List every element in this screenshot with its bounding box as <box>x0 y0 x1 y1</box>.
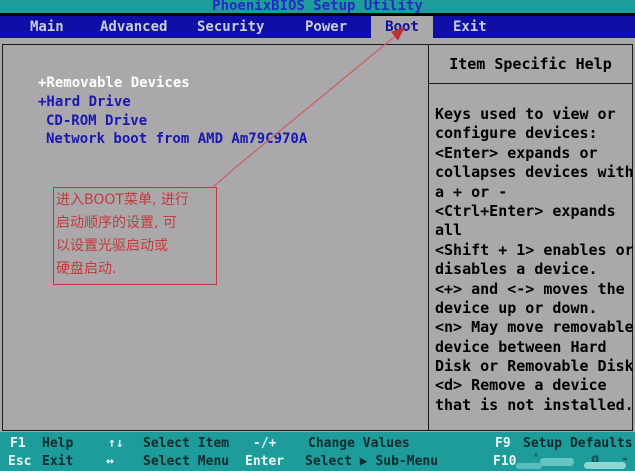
tab-exit[interactable]: Exit <box>453 16 487 38</box>
help-line: <d> Remove a device <box>435 376 631 395</box>
help-line: disables a device. <box>435 260 631 279</box>
help-panel-header: Item Specific Help <box>429 45 632 84</box>
key-enter: Enter <box>245 455 284 469</box>
menu-bar: Main Advanced Security Power Boot Exit <box>0 16 635 38</box>
annotation-line: 进入BOOT菜单, 进行 <box>56 189 214 212</box>
setup-defaults-label: Setup Defaults <box>523 437 633 451</box>
help-line: <Ctrl+Enter> expands <box>435 202 631 221</box>
change-values-label: Change Values <box>308 437 410 451</box>
help-line: a + or - <box>435 183 631 202</box>
annotation-line: 启动顺序的设置, 可 <box>56 212 214 235</box>
select-item-label: Select Item <box>143 437 229 451</box>
key-f10: F10 <box>493 455 516 469</box>
key-f1: F1 <box>10 437 26 451</box>
boot-item-network-boot[interactable]: Network boot from AMD Am79C970A <box>46 132 307 147</box>
smudge-blob <box>516 463 542 469</box>
help-text: Keys used to view or configure devices: … <box>435 105 631 415</box>
leftright-arrows-icon: ↔ <box>106 455 114 469</box>
help-line: that is not installed. <box>435 396 631 415</box>
smudge-blob <box>584 462 626 469</box>
help-line: device up or down. <box>435 299 631 318</box>
key-f9: F9 <box>495 437 511 451</box>
help-line: device between Hard <box>435 338 631 357</box>
help-line: <+> and <-> moves the <box>435 280 631 299</box>
smudge-blob <box>540 458 574 466</box>
key-esc: Esc <box>8 455 31 469</box>
help-line: Disk or Removable Disk <box>435 357 631 376</box>
tab-security[interactable]: Security <box>197 16 264 38</box>
key-f1-label: Help <box>42 437 73 451</box>
annotation-note: 进入BOOT菜单, 进行 启动顺序的设置, 可 以设置光驱启动或 硬盘启动. <box>53 187 217 285</box>
help-line: configure devices: <box>435 124 631 143</box>
tab-main[interactable]: Main <box>30 16 64 38</box>
help-line: collapses devices with <box>435 163 631 182</box>
tab-advanced[interactable]: Advanced <box>100 16 167 38</box>
help-panel-title: Item Specific Help <box>429 45 632 83</box>
boot-item-removable-devices[interactable]: +Removable Devices <box>38 76 190 91</box>
help-line: <Enter> expands or <box>435 144 631 163</box>
help-line: all <box>435 221 631 240</box>
select-submenu-label: Select ▶ Sub-Menu <box>305 455 438 469</box>
select-menu-label: Select Menu <box>143 455 229 469</box>
help-line: <n> May move removable <box>435 318 631 337</box>
help-line: Keys used to view or <box>435 105 631 124</box>
boot-item-cdrom-drive[interactable]: CD-ROM Drive <box>46 114 147 129</box>
tab-power[interactable]: Power <box>305 16 347 38</box>
annotation-line: 硬盘启动. <box>56 258 214 281</box>
key-minus-plus: -/+ <box>253 437 276 451</box>
status-bar: F1 Help ↑↓ Select Item -/+ Change Values… <box>0 432 635 471</box>
updown-arrows-icon: ↑↓ <box>108 437 124 451</box>
help-line: <Shift + 1> enables or <box>435 241 631 260</box>
boot-item-hard-drive[interactable]: +Hard Drive <box>38 95 131 110</box>
panel-divider <box>428 45 429 430</box>
tab-boot[interactable]: Boot <box>371 16 433 38</box>
app-title: PhoenixBIOS Setup Utility <box>0 0 635 13</box>
annotation-line: 以设置光驱启动或 <box>56 235 214 258</box>
titlebar: PhoenixBIOS Setup Utility <box>0 0 635 13</box>
exit-label: Exit <box>42 455 73 469</box>
